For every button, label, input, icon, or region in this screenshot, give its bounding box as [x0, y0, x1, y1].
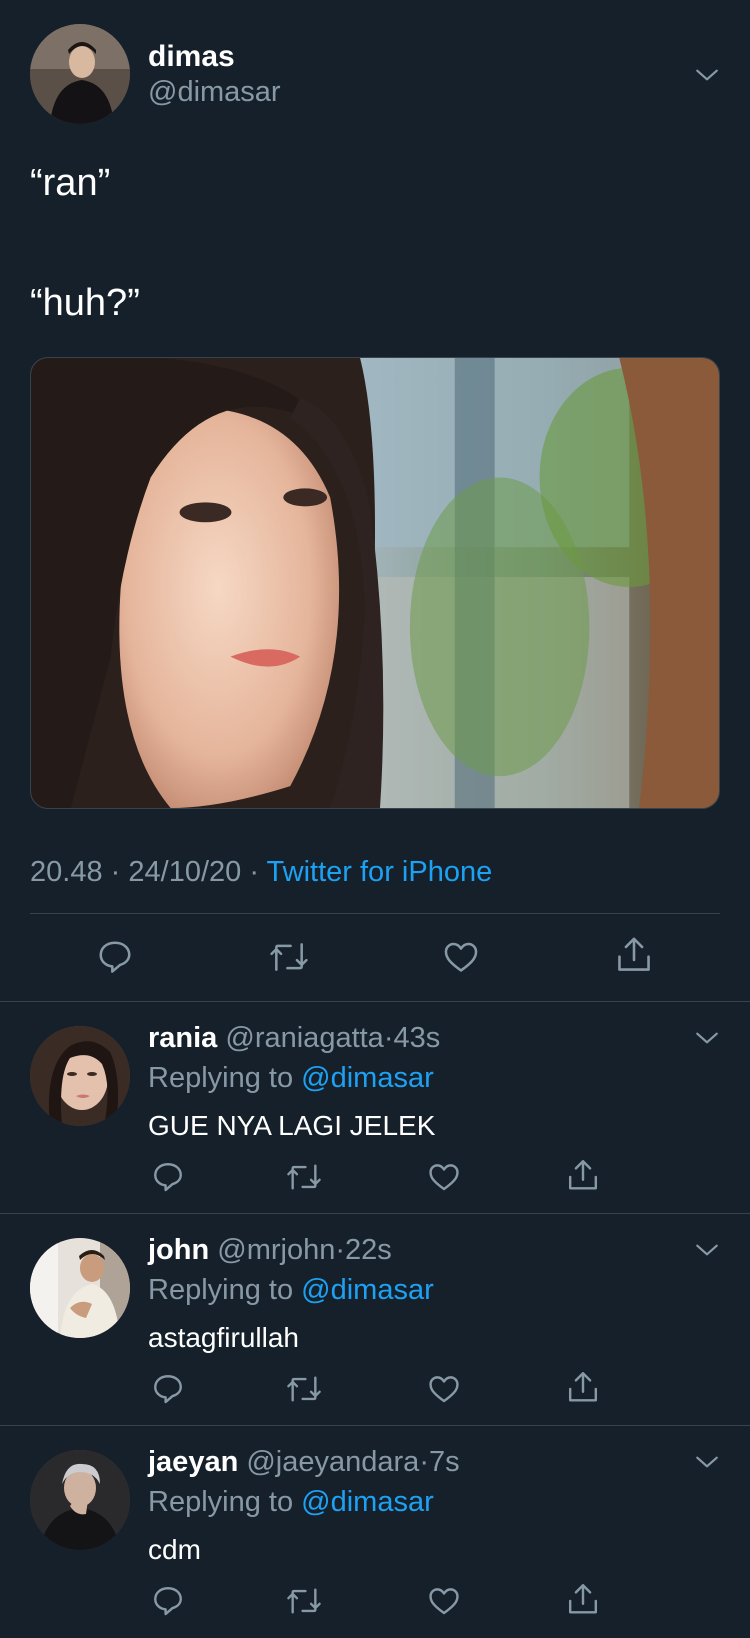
heart-icon[interactable]: [426, 1372, 462, 1406]
reply-divider: [0, 1425, 750, 1426]
author-avatar[interactable]: [30, 24, 130, 124]
reply-avatar-image: [30, 1026, 130, 1126]
replying-to-line: Replying to @dimasar: [148, 1486, 434, 1519]
author-handle[interactable]: @dimasar: [148, 76, 281, 109]
reply-author-handle[interactable]: @raniagatta: [225, 1022, 383, 1054]
retweet-icon[interactable]: [268, 938, 310, 976]
replying-to-label: Replying to: [148, 1486, 294, 1518]
reply-time: 7s: [428, 1446, 460, 1478]
reply-icon[interactable]: [151, 1160, 185, 1194]
retweet-icon[interactable]: [285, 1584, 323, 1618]
reply-separator: ·: [335, 1234, 346, 1266]
tweet-text-line-2: “huh?”: [30, 282, 140, 324]
reply-avatar-image: [30, 1238, 130, 1338]
reply-divider: [0, 1213, 750, 1214]
reply-icon[interactable]: [96, 938, 134, 976]
tweet-date: 24/10/20: [128, 856, 242, 888]
author-avatar-image: [30, 24, 130, 124]
replying-to-label: Replying to: [148, 1062, 294, 1094]
reply-icon[interactable]: [151, 1372, 185, 1406]
reply-avatar[interactable]: [30, 1450, 130, 1550]
heart-icon[interactable]: [441, 938, 481, 976]
reply-header: rania @raniagatta·43s: [148, 1022, 440, 1055]
author-name[interactable]: dimas: [148, 40, 235, 74]
reply-separator: ·: [419, 1446, 429, 1478]
reply-text: GUE NYA LAGI JELEK: [148, 1110, 436, 1141]
tweet-time: 20.48: [30, 856, 103, 888]
replying-to-mention[interactable]: @dimasar: [301, 1486, 434, 1518]
retweet-icon[interactable]: [285, 1160, 323, 1194]
reply-icon[interactable]: [151, 1584, 185, 1618]
thread-divider: [0, 1001, 750, 1002]
retweet-icon[interactable]: [285, 1372, 323, 1406]
reply-author-name[interactable]: rania: [148, 1022, 217, 1054]
reply-avatar-image: [30, 1450, 130, 1550]
heart-icon[interactable]: [426, 1160, 462, 1194]
share-icon[interactable]: [565, 1157, 601, 1194]
reply-avatar[interactable]: [30, 1026, 130, 1126]
reply-author-handle[interactable]: @jaeyandara: [246, 1446, 419, 1478]
reply-text: astagfirullah: [148, 1322, 299, 1353]
replying-to-line: Replying to @dimasar: [148, 1062, 434, 1095]
meta-divider: [30, 913, 720, 914]
tweet-photo[interactable]: [30, 357, 720, 809]
replying-to-label: Replying to: [148, 1274, 294, 1306]
replying-to-mention[interactable]: @dimasar: [301, 1274, 434, 1306]
share-icon[interactable]: [614, 934, 654, 976]
replying-to-line: Replying to @dimasar: [148, 1274, 434, 1307]
reply-author-handle[interactable]: @mrjohn: [217, 1234, 335, 1266]
reply-header: jaeyan @jaeyandara·7s: [148, 1446, 460, 1479]
reply-avatar[interactable]: [30, 1238, 130, 1338]
chevron-down-icon[interactable]: [694, 62, 720, 88]
reply-time: 22s: [345, 1234, 392, 1266]
chevron-down-icon[interactable]: [694, 1237, 720, 1263]
tweet-source-link[interactable]: Twitter for iPhone: [267, 856, 493, 888]
reply-time: 43s: [393, 1022, 441, 1054]
tweet-meta: 20.48 · 24/10/20 · Twitter for iPhone: [30, 856, 492, 889]
tweet-photo-image: [31, 358, 719, 808]
chevron-down-icon[interactable]: [694, 1449, 720, 1475]
reply-separator: ·: [383, 1022, 394, 1054]
replying-to-mention[interactable]: @dimasar: [301, 1062, 434, 1094]
tweet-text-line-1: “ran”: [30, 162, 111, 204]
reply-header: john @mrjohn·22s: [148, 1234, 392, 1267]
reply-author-name[interactable]: jaeyan: [148, 1446, 238, 1478]
reply-author-name[interactable]: john: [148, 1234, 209, 1266]
share-icon[interactable]: [565, 1369, 601, 1406]
meta-separator: ·: [249, 856, 259, 888]
share-icon[interactable]: [565, 1581, 601, 1618]
meta-separator: ·: [110, 856, 121, 888]
reply-text: cdm: [148, 1534, 201, 1565]
chevron-down-icon[interactable]: [694, 1025, 720, 1051]
heart-icon[interactable]: [426, 1584, 462, 1618]
